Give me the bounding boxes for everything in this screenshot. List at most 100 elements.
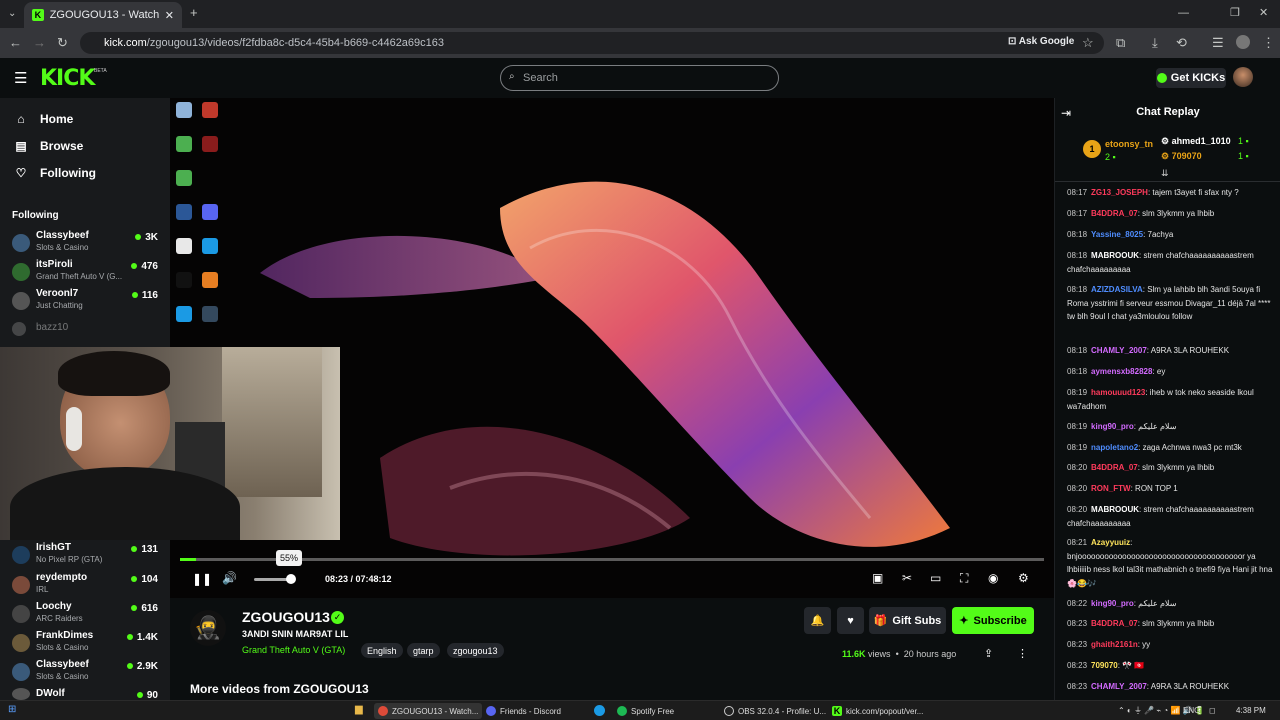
taskbar-item-obs[interactable]: OBS 32.0.4 - Profile: U... — [720, 703, 830, 719]
nav-browse[interactable]: ▤ Browse — [12, 139, 83, 153]
streamer-name[interactable]: ZGOUGOU13 — [242, 609, 330, 625]
chat-username[interactable]: king90_pro — [1091, 422, 1134, 431]
taskbar-item-kick-popout[interactable]: Kkick.com/popout/ver... — [828, 703, 927, 719]
history-icon[interactable]: ⟲ — [1176, 36, 1187, 50]
chat-username[interactable]: AZIZDASILVA — [1091, 285, 1143, 294]
chat-username[interactable]: napoletano2 — [1091, 443, 1138, 452]
following-item[interactable]: Classybeef Slots & Casino 3K — [12, 230, 162, 258]
bookmark-star-icon[interactable]: ☆ — [1082, 36, 1094, 50]
profile-avatar[interactable] — [1236, 35, 1250, 49]
chat-text: 🎌 🇹🇳 — [1122, 661, 1145, 670]
following-item[interactable]: DWolf 90 — [12, 688, 162, 701]
tag-gtarp[interactable]: gtarp — [407, 643, 440, 658]
chat-text: slm 3lykmm ya lhbib — [1142, 463, 1215, 472]
more-options-icon[interactable]: ⋮ — [1017, 647, 1028, 660]
system-clock[interactable]: 4:38 PM — [1236, 706, 1266, 715]
chat-username[interactable]: ghaith2161n — [1091, 640, 1138, 649]
chat-username[interactable]: hamouuud123 — [1091, 388, 1145, 397]
chat-username[interactable]: MABROOUK — [1091, 505, 1139, 514]
tab-search-icon[interactable]: ⌄ — [8, 7, 16, 21]
get-kicks-button[interactable]: Get KICKs — [1156, 68, 1226, 88]
share-icon[interactable]: ⇪ — [984, 647, 993, 660]
notification-icon[interactable]: ◻ — [1209, 706, 1216, 715]
close-window-icon[interactable]: ✕ — [1259, 6, 1268, 20]
kick-logo[interactable]: KICK — [40, 66, 95, 91]
chat-username[interactable]: ZG13_JOSEPH — [1091, 188, 1148, 197]
chat-username[interactable]: B4DDRA_07 — [1091, 619, 1138, 628]
menu-kebab-icon[interactable]: ⋮ — [1262, 36, 1275, 50]
stream-category[interactable]: Grand Theft Auto V (GTA) — [242, 645, 345, 655]
taskbar-item-chrome[interactable]: ZGOUGOU13 - Watch... — [374, 703, 483, 719]
video-age: 20 hours ago — [903, 649, 957, 659]
extensions-icon[interactable]: ⧉ — [1116, 36, 1125, 50]
chat-username[interactable]: B4DDRA_07 — [1091, 463, 1138, 472]
gift-subs-button[interactable]: 🎁 Gift Subs — [869, 607, 946, 634]
viewer-count: 3K — [135, 232, 158, 243]
windows-start-icon[interactable]: ⊞ — [8, 704, 16, 715]
search-input[interactable]: ⌕ Search — [500, 65, 779, 91]
media-icon[interactable]: ☰ — [1212, 36, 1224, 50]
chat-username[interactable]: Azayyuuiz — [1091, 538, 1130, 547]
back-icon[interactable]: ← — [9, 36, 22, 50]
forward-icon[interactable]: → — [33, 36, 46, 50]
settings-gear-icon[interactable]: ⚙ — [1018, 571, 1029, 585]
pause-icon[interactable]: ❚❚ — [192, 572, 212, 586]
chat-username[interactable]: aymensxb82828 — [1091, 367, 1152, 376]
browser-tab[interactable]: K ZGOUGOU13 - Watch the V ✕ — [24, 2, 182, 28]
chat-text: zaga Achnwa nwa3 pc mt3k — [1142, 443, 1242, 452]
tab-close-icon[interactable]: ✕ — [165, 9, 174, 22]
following-item[interactable]: IrishGT No Pixel RP (GTA) 131 — [12, 542, 162, 570]
seek-bar[interactable] — [180, 558, 1044, 561]
language-indicator[interactable]: ENG — [1183, 706, 1200, 715]
follow-heart-button[interactable]: ♥ — [837, 607, 864, 634]
chrome-icon — [378, 706, 388, 716]
new-tab-icon[interactable]: + — [190, 6, 198, 20]
following-item[interactable]: Veroonl7 Just Chatting 116 — [12, 288, 162, 316]
clip-icon[interactable]: ✂ — [902, 571, 912, 585]
chat-username[interactable]: 709070 — [1091, 661, 1118, 670]
leader-2-name[interactable]: ⚙ ahmed1_1010 — [1161, 136, 1231, 147]
download-icon[interactable]: ⤓ — [1152, 36, 1158, 50]
following-item[interactable]: Classybeef Slots & Casino 2.9K — [12, 659, 162, 687]
minimize-icon[interactable]: — — [1178, 6, 1189, 20]
volume-knob[interactable] — [286, 574, 296, 584]
hamburger-menu-icon[interactable]: ☰ — [14, 69, 27, 87]
tag-english[interactable]: English — [361, 643, 403, 658]
chat-username[interactable]: MABROOUK — [1091, 251, 1139, 260]
taskbar-item-discord[interactable]: Friends - Discord — [482, 703, 565, 719]
chat-username[interactable]: Yassine_8025 — [1091, 230, 1143, 239]
subscribe-button[interactable]: ✦ Subscribe — [952, 607, 1034, 634]
user-avatar[interactable] — [1233, 67, 1253, 87]
leader-1-name[interactable]: etoonsy_tn — [1105, 139, 1153, 149]
maximize-icon[interactable]: ❐ — [1230, 6, 1240, 20]
nav-home[interactable]: ⌂ Home — [12, 112, 73, 126]
following-item[interactable]: itsPiroli Grand Theft Auto V (G... 476 — [12, 259, 162, 287]
following-item[interactable]: reydempto IRL 104 — [12, 572, 162, 600]
fullscreen-icon[interactable]: ⛶ — [960, 571, 968, 586]
theatre-mode-icon[interactable]: ▣ — [872, 571, 883, 585]
chat-username[interactable]: king90_pro — [1091, 599, 1134, 608]
following-item[interactable]: bazz10 — [12, 322, 162, 350]
edge-icon[interactable] — [594, 705, 605, 716]
expand-leaderboard-icon[interactable]: ⇊ — [1161, 168, 1169, 179]
taskbar-item-spotify[interactable]: Spotify Free — [613, 703, 678, 719]
chat-username[interactable]: RON_FTW — [1091, 484, 1131, 493]
nav-following[interactable]: ♡ Following — [12, 166, 96, 180]
file-explorer-icon[interactable]: ▆ — [355, 704, 363, 715]
reload-icon[interactable]: ↻ — [57, 36, 68, 50]
following-item[interactable]: Loochy ARC Raiders 616 — [12, 601, 162, 629]
playback-speed-icon[interactable]: ◉ — [988, 571, 998, 585]
chat-username[interactable]: CHAMLY_2007 — [1091, 346, 1147, 355]
chat-username[interactable]: B4DDRA_07 — [1091, 209, 1138, 218]
notification-bell-button[interactable]: 🔔 — [804, 607, 831, 634]
url-field[interactable]: kick.com/zgougou13/videos/f2fdba8c-d5c4-… — [80, 32, 1104, 54]
leader-3-name[interactable]: ⚙ 709070 — [1161, 151, 1202, 162]
chat-timestamp: 08:17 — [1067, 209, 1088, 218]
tag-zgougou13[interactable]: zgougou13 — [447, 643, 504, 658]
following-item[interactable]: FrankDimes Slots & Casino 1.4K — [12, 630, 162, 658]
ask-google-button[interactable]: ⊡ Ask Google — [1008, 36, 1074, 47]
volume-icon[interactable]: 🔊 — [222, 571, 237, 585]
streamer-avatar[interactable]: 🥷 — [190, 610, 226, 646]
chat-username[interactable]: CHAMLY_2007 — [1091, 682, 1147, 691]
miniplayer-icon[interactable]: ▭ — [930, 571, 941, 585]
